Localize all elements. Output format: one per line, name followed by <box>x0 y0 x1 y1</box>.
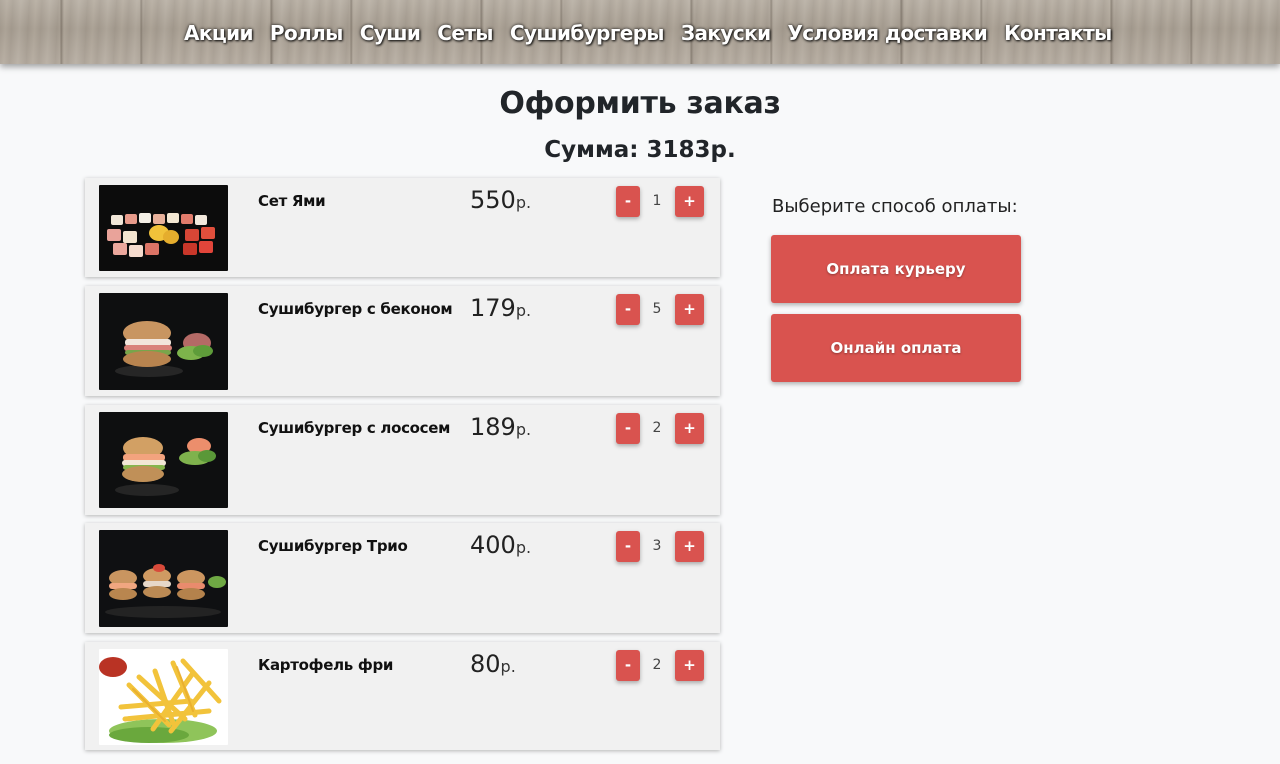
item-price: 550р. <box>470 186 532 214</box>
nav-item-rolls[interactable]: Роллы <box>270 18 343 48</box>
increase-qty-button[interactable]: + <box>675 650 704 681</box>
nav-item-sushi[interactable]: Суши <box>360 18 421 48</box>
product-image-bacon-burger <box>99 293 228 390</box>
item-name: Сет Ями <box>258 192 326 210</box>
item-price: 179р. <box>470 294 532 322</box>
site-header: Акции Роллы Суши Сеты Сушибургеры Закуск… <box>0 0 1280 64</box>
item-name: Сушибургер Трио <box>258 537 408 555</box>
item-name: Сушибургер с лососем <box>258 419 451 437</box>
nav-item-promotions[interactable]: Акции <box>184 18 254 48</box>
increase-qty-button[interactable]: + <box>675 294 704 325</box>
product-image-salmon-burger <box>99 412 228 508</box>
page-title: Оформить заказ <box>499 86 781 121</box>
decrease-qty-button[interactable]: - <box>616 186 640 217</box>
item-name: Сушибургер с беконом <box>258 300 453 318</box>
item-quantity: 1 <box>652 193 662 209</box>
payment-method-title: Выберите способ оплаты: <box>772 196 1018 217</box>
item-quantity: 2 <box>652 657 662 673</box>
cart-item: Сушибургер Трио 400р. - 3 + <box>85 523 720 633</box>
increase-qty-button[interactable]: + <box>675 413 704 444</box>
item-quantity: 3 <box>652 538 662 554</box>
cart-item: Сушибургер с лососем 189р. - 2 + <box>85 405 720 515</box>
decrease-qty-button[interactable]: - <box>616 531 640 562</box>
nav-item-snacks[interactable]: Закуски <box>681 18 771 48</box>
item-price: 189р. <box>470 413 532 441</box>
nav-item-contacts[interactable]: Контакты <box>1004 18 1112 48</box>
main-nav: Акции Роллы Суши Сеты Сушибургеры Закуск… <box>184 18 1112 48</box>
pay-online-button[interactable]: Онлайн оплата <box>771 314 1021 382</box>
decrease-qty-button[interactable]: - <box>616 650 640 681</box>
cart-item: Сушибургер с беконом 179р. - 5 + <box>85 286 720 396</box>
product-image-set <box>99 185 228 271</box>
item-quantity: 5 <box>652 301 662 317</box>
nav-item-sushiburgers[interactable]: Сушибургеры <box>510 18 665 48</box>
product-image-fries <box>99 649 228 745</box>
nav-item-sets[interactable]: Сеты <box>437 18 493 48</box>
increase-qty-button[interactable]: + <box>675 186 704 217</box>
item-quantity: 2 <box>652 420 662 436</box>
decrease-qty-button[interactable]: - <box>616 413 640 444</box>
nav-item-delivery-terms[interactable]: Условия доставки <box>787 18 987 48</box>
pay-courier-button[interactable]: Оплата курьеру <box>771 235 1021 303</box>
order-sum: Сумма: 3183р. <box>544 137 736 163</box>
item-price: 400р. <box>470 531 532 559</box>
item-name: Картофель фри <box>258 656 394 674</box>
product-image-trio-burger <box>99 530 228 627</box>
item-price: 80р. <box>470 650 516 678</box>
increase-qty-button[interactable]: + <box>675 531 704 562</box>
decrease-qty-button[interactable]: - <box>616 294 640 325</box>
cart-item: Картофель фри 80р. - 2 + <box>85 642 720 750</box>
cart-item: Сет Ями 550р. - 1 + <box>85 178 720 277</box>
